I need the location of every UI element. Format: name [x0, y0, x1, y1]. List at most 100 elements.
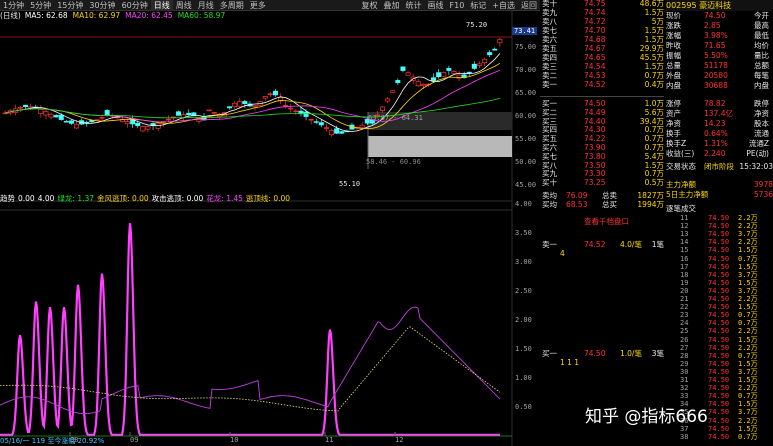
candle-down: [492, 48, 498, 51]
quote-value: 2.240: [704, 149, 726, 158]
indicator-tick: 3.50: [515, 229, 532, 237]
indicator-legend-item: 绿龙: 1.37: [57, 194, 95, 203]
quote-key: 外盘: [666, 71, 681, 80]
tab-60分钟[interactable]: 60分钟: [119, 0, 151, 11]
quote-row: 昨收 71.65 均价: [666, 41, 773, 51]
candle-up: [17, 107, 23, 109]
candle-up: [482, 58, 488, 64]
toolbar-button[interactable]: 复权: [359, 0, 381, 11]
watermark-text: 知乎 @指标666: [585, 407, 708, 427]
candle-down: [58, 114, 64, 120]
level1-row: 买一 74.50 1.0/笔 3笔: [540, 349, 664, 359]
candle-up: [262, 96, 268, 99]
candle-down: [466, 71, 472, 74]
tab-日线[interactable]: 日线: [150, 0, 173, 11]
toolbar-button[interactable]: 画线: [425, 0, 447, 11]
indicator-legend-item: 逃顶线: 0.00: [245, 194, 291, 203]
quote-key2: 量比: [754, 51, 769, 60]
candle-down: [400, 66, 406, 71]
quote-row: 换手Z 1.31% 流通Z: [666, 139, 773, 149]
toolbar-button[interactable]: 叠加: [381, 0, 403, 11]
tab-5分钟[interactable]: 5分钟: [27, 0, 54, 11]
quote-row: 涨幅 3.98% 最低: [666, 31, 773, 41]
depth-link[interactable]: 查看千档盘口: [584, 216, 629, 227]
candle-up: [74, 123, 80, 129]
tab-15分钟[interactable]: 15分钟: [54, 0, 86, 11]
quote-key: 换手: [666, 129, 681, 138]
candle-up: [267, 93, 273, 95]
candle-up: [43, 111, 49, 116]
quote-key2: 最高: [754, 21, 769, 30]
candle-down: [471, 63, 477, 69]
indicator-tick: 1.00: [515, 374, 532, 382]
candle-up: [165, 118, 171, 121]
candle-down: [242, 101, 248, 104]
level1-num: 1笔: [651, 240, 664, 249]
quote-key: 振幅: [666, 51, 681, 60]
candle-down: [395, 80, 401, 83]
tab-月线[interactable]: 月线: [195, 0, 217, 11]
kline-chart[interactable]: [0, 11, 540, 446]
candle-down: [227, 106, 233, 109]
tab-更多[interactable]: 更多: [247, 0, 269, 11]
quote-key: 现价: [666, 11, 681, 20]
toolbar-button[interactable]: F10: [447, 0, 468, 11]
toolbar-button[interactable]: 统计: [403, 0, 425, 11]
candle-up: [206, 109, 212, 112]
order-volume: 0.5万: [644, 178, 664, 188]
level1-sub: 1 1 1: [560, 358, 580, 367]
quote-value: 3.98%: [704, 31, 728, 40]
level1-label: 卖一: [542, 240, 557, 249]
quote-key2: 净资: [754, 109, 769, 118]
toolbar-button[interactable]: +自选: [489, 0, 518, 11]
quote-value: 14.23: [704, 119, 726, 128]
candle-up: [140, 126, 146, 132]
avg-volume: 1994万: [637, 200, 664, 209]
stock-code: 002595: [666, 1, 697, 10]
period-toolbar: 1分钟 5分钟 15分钟 30分钟 60分钟 日线 周线 月线 多周期 更多 复权 叠加 统计 画线 F1…: [0, 0, 540, 11]
candle-up: [288, 107, 294, 110]
quote-key: 净资: [666, 119, 681, 128]
current-price-tag: 73.41: [512, 27, 538, 35]
tab-30分钟[interactable]: 30分钟: [86, 0, 118, 11]
quote-key: 总量: [666, 61, 681, 70]
level1-row: 卖一 74.52 4.0/笔 1笔: [540, 240, 664, 250]
price-tick: 70.00: [515, 66, 537, 74]
quote-key2: PE(动): [746, 149, 769, 158]
quote-key: 昨收: [666, 41, 681, 50]
candle-up: [155, 123, 161, 129]
candle-up: [451, 71, 457, 74]
candle-down: [313, 121, 319, 123]
toolbar-button[interactable]: 返回: [518, 0, 540, 11]
zone-top-label: 63.87 - 64.31: [368, 114, 423, 122]
indicator-spike-line: [0, 223, 500, 436]
tab-1分钟[interactable]: 1分钟: [0, 0, 27, 11]
period-tabs: 1分钟 5分钟 15分钟 30分钟 60分钟 日线 周线 月线 多周期 更多: [0, 0, 269, 11]
indicator-legend-item: 金风逃顶: 0.00: [97, 194, 149, 203]
quote-key2: 总额: [754, 61, 769, 70]
level1-count: 4.0/笔: [620, 240, 642, 249]
trade-status-value: 闭市阶段: [704, 162, 734, 171]
candle-up: [359, 124, 365, 128]
candle-down: [104, 110, 110, 115]
quote-value: 20580: [704, 71, 728, 80]
tab-周线[interactable]: 周线: [173, 0, 195, 11]
order-row: 买十 73.25 0.5万: [540, 178, 664, 188]
order-row: 卖一 74.52 0.4万: [540, 80, 664, 90]
quote-key: 涨停: [666, 99, 681, 108]
support-zone: [368, 136, 512, 157]
candle-down: [339, 131, 345, 134]
net-inflow-label: 5日主力净额: [666, 190, 709, 199]
quote-key: 涨跌: [666, 21, 681, 30]
net-inflow-row: 主力净额 3978: [666, 180, 773, 190]
quote-key: 涨幅: [666, 31, 681, 40]
indicator-legend-item: 花龙: 1.45: [206, 194, 243, 203]
toolbar-button[interactable]: 标记: [467, 0, 489, 11]
quote-key: 换手Z: [666, 139, 687, 148]
tab-多周期[interactable]: 多周期: [217, 0, 247, 11]
price-tick: 45.00: [515, 181, 537, 189]
avg-label2: 总买: [602, 200, 617, 209]
candle-up: [380, 106, 386, 112]
quote-value: 71.65: [704, 41, 726, 50]
quote-row: 资产 137.4亿 净资: [666, 109, 773, 119]
